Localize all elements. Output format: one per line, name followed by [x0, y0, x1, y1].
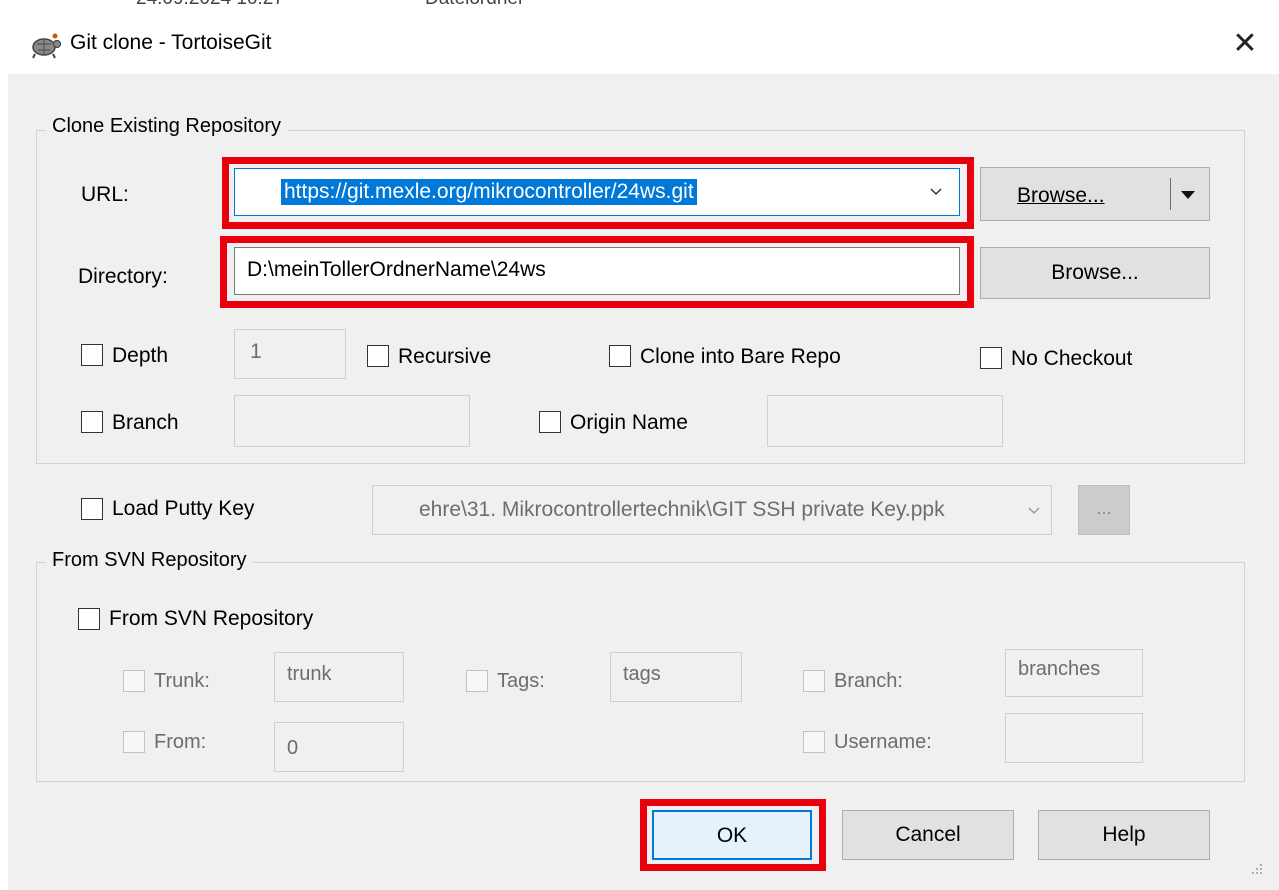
url-label: URL:: [81, 183, 129, 206]
ok-button[interactable]: OK: [652, 810, 812, 860]
help-button[interactable]: Help: [1038, 810, 1210, 860]
origin-name-checkbox[interactable]: [539, 411, 561, 433]
directory-value: D:\meinTollerOrdnerName\24ws: [247, 258, 546, 281]
from-checkbox[interactable]: [123, 731, 145, 753]
recursive-checkbox[interactable]: [367, 345, 389, 367]
tags-value: tags: [623, 663, 661, 685]
username-checkbox[interactable]: [803, 731, 825, 753]
trunk-checkbox[interactable]: [123, 670, 145, 692]
svn-branch-value: branches: [1018, 658, 1101, 680]
from-label: From:: [154, 731, 207, 753]
bare-repo-checkbox[interactable]: [609, 345, 631, 367]
trunk-value: trunk: [287, 663, 332, 685]
from-input[interactable]: 0: [274, 722, 404, 772]
svn-branch-input[interactable]: branches: [1005, 649, 1143, 697]
dropdown-arrow-icon[interactable]: [1180, 189, 1196, 201]
depth-value: 1: [250, 340, 262, 363]
putty-key-combobox[interactable]: ehre\31. Mikrocontrollertechnik\GIT SSH …: [372, 485, 1052, 535]
depth-input[interactable]: 1: [234, 329, 346, 379]
load-putty-key-checkbox[interactable]: [81, 498, 103, 520]
from-svn-label: From SVN Repository: [109, 607, 314, 630]
recursive-label: Recursive: [398, 345, 492, 368]
directory-input[interactable]: D:\meinTollerOrdnerName\24ws: [234, 247, 960, 295]
from-value: 0: [287, 737, 299, 759]
svn-branch-label: Branch:: [834, 670, 903, 692]
depth-checkbox[interactable]: [81, 344, 103, 366]
putty-key-value: ehre\31. Mikrocontrollertechnik\GIT SSH …: [419, 498, 945, 521]
close-icon[interactable]: ✕: [1224, 24, 1266, 64]
username-input[interactable]: [1005, 713, 1143, 763]
chevron-down-icon[interactable]: [1027, 504, 1041, 518]
origin-name-label: Origin Name: [570, 411, 688, 434]
from-svn-checkbox[interactable]: [78, 608, 100, 630]
trunk-label: Trunk:: [154, 670, 210, 692]
window-left-edge: [0, 74, 8, 890]
putty-key-browse-button[interactable]: ...: [1078, 485, 1130, 535]
branch-checkbox[interactable]: [81, 411, 103, 433]
tags-label: Tags:: [497, 670, 545, 692]
window-title: Git clone - TortoiseGit: [70, 31, 272, 54]
split-divider: [1170, 178, 1171, 210]
clone-group-legend: Clone Existing Repository: [46, 115, 287, 138]
load-putty-key-label: Load Putty Key: [112, 497, 255, 520]
tags-checkbox[interactable]: [466, 670, 488, 692]
cancel-button[interactable]: Cancel: [842, 810, 1014, 860]
bg-type: Dateiordner: [425, 0, 524, 10]
branch-input[interactable]: [234, 395, 470, 447]
background-window-strip: 24.09.2024 10:27 Dateiordner: [0, 0, 1279, 14]
svn-group-legend: From SVN Repository: [46, 549, 253, 572]
url-browse-button[interactable]: Browse...: [980, 167, 1210, 221]
no-checkout-label: No Checkout: [1011, 347, 1133, 370]
resize-grip-icon[interactable]: [1244, 860, 1264, 880]
directory-label: Directory:: [78, 265, 168, 288]
origin-name-input[interactable]: [767, 395, 1003, 447]
url-combobox[interactable]: https://git.mexle.org/mikrocontroller/24…: [234, 168, 960, 216]
directory-browse-button[interactable]: Browse...: [980, 247, 1210, 299]
bg-date: 24.09.2024 10:27: [136, 0, 284, 10]
bare-repo-label: Clone into Bare Repo: [640, 345, 841, 368]
tags-input[interactable]: tags: [610, 652, 742, 702]
branch-label: Branch: [112, 411, 179, 434]
url-input[interactable]: https://git.mexle.org/mikrocontroller/24…: [281, 179, 697, 205]
chevron-down-icon[interactable]: [929, 185, 943, 199]
url-browse-label: Browse...: [1017, 184, 1105, 207]
trunk-input[interactable]: trunk: [274, 652, 404, 702]
svn-branch-checkbox[interactable]: [803, 670, 825, 692]
tortoisegit-icon: [28, 30, 62, 60]
username-label: Username:: [834, 731, 932, 753]
no-checkout-checkbox[interactable]: [980, 347, 1002, 369]
depth-label: Depth: [112, 344, 169, 367]
